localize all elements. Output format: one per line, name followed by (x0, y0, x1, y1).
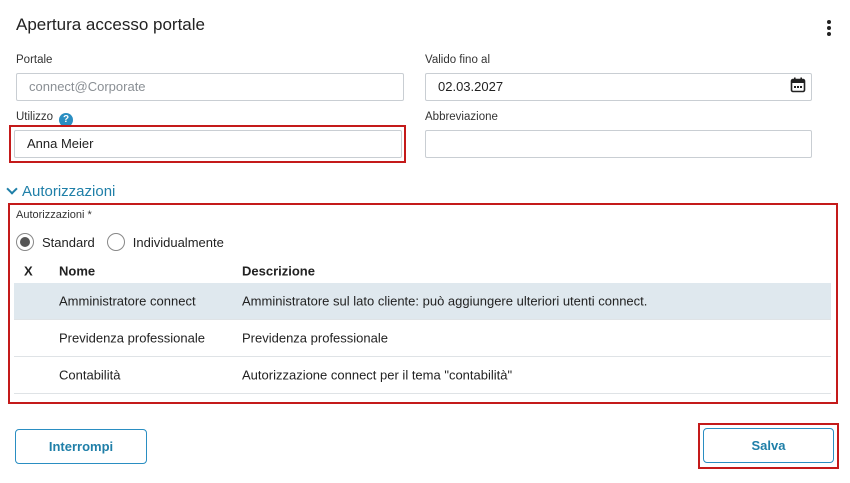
radio-standard-label: Standard (42, 234, 95, 250)
section-title: Autorizzazioni (22, 183, 116, 200)
abbreviazione-field[interactable] (425, 130, 812, 158)
kebab-menu-icon[interactable] (823, 20, 835, 40)
table-row[interactable]: Contabilità Autorizzazione connect per i… (14, 357, 831, 394)
valido-fino-al-field[interactable]: 02.03.2027 (425, 73, 812, 101)
portale-label: Portale (16, 54, 53, 66)
radio-standard[interactable] (16, 233, 34, 251)
table-row[interactable]: Amministratore connect Amministratore su… (14, 283, 831, 320)
column-header-x: X (24, 263, 33, 279)
column-header-descrizione: Descrizione (242, 263, 315, 279)
chevron-down-icon (6, 183, 18, 195)
page-title: Apertura accesso portale (16, 15, 205, 34)
autorizzazioni-table: X Nome Descrizione Amministratore connec… (14, 259, 831, 394)
table-row[interactable]: Previdenza professionale Previdenza prof… (14, 320, 831, 357)
autorizzazioni-section-toggle[interactable]: Autorizzazioni (6, 183, 115, 200)
portale-field: connect@Corporate (16, 73, 404, 101)
autorizzazioni-label: Autorizzazioni * (16, 209, 92, 221)
calendar-icon[interactable] (790, 77, 806, 93)
cancel-button[interactable]: Interrompi (15, 429, 147, 464)
column-header-nome: Nome (59, 263, 96, 279)
autorizzazioni-radio-group: Standard Individualmente (16, 233, 224, 251)
row-description: Previdenza professionale (242, 330, 388, 346)
abbreviazione-label: Abbreviazione (425, 111, 498, 123)
radio-individualmente[interactable] (106, 233, 125, 251)
row-description: Autorizzazione connect per il tema "cont… (242, 367, 513, 383)
row-name: Previdenza professionale (59, 330, 205, 346)
row-name: Amministratore connect (59, 293, 196, 309)
table-header: X Nome Descrizione (14, 259, 831, 283)
radio-individualmente-label: Individualmente (132, 234, 224, 250)
row-name: Contabilità (59, 367, 121, 383)
valido-fino-al-label: Valido fino al (425, 54, 490, 66)
row-description: Amministratore sul lato cliente: può agg… (242, 293, 648, 309)
utilizzo-field[interactable]: Anna Meier (14, 130, 402, 158)
save-button[interactable]: Salva (703, 428, 834, 463)
utilizzo-label-text: Utilizzo (16, 111, 54, 123)
